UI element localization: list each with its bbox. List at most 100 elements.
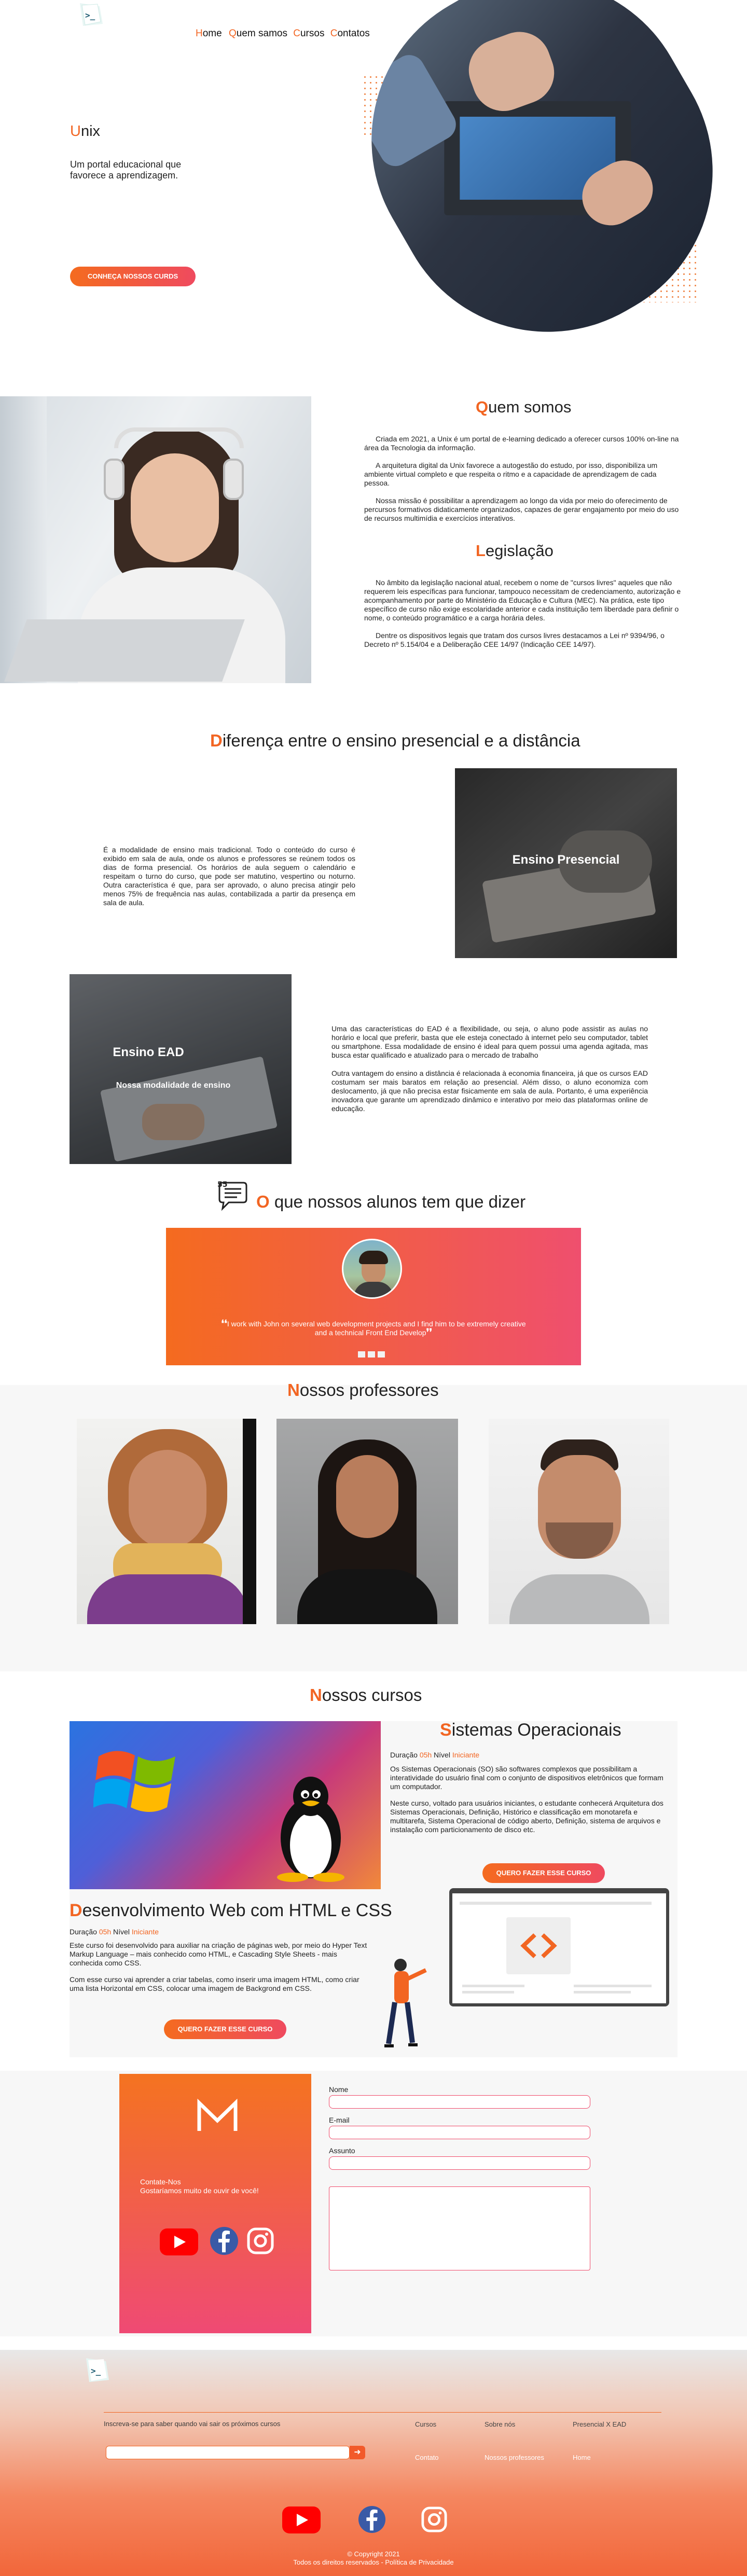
newsletter-input[interactable] <box>106 2446 350 2459</box>
footer-link-home[interactable]: Home <box>573 2454 591 2461</box>
footer-link-presencial[interactable]: Presencial X EAD <box>573 2420 626 2428</box>
os-duration-value: 05h <box>419 1751 432 1759</box>
svg-text:>_: >_ <box>91 2366 101 2376</box>
about-p1: Criada em 2021, a Unix é um portal de e-… <box>364 435 679 452</box>
email-label: E-mail <box>329 2116 350 2124</box>
nav-links: Home Quem samos Cursos Contatos <box>196 28 370 39</box>
footer-divider <box>104 2412 661 2413</box>
web-duration-label: Duração <box>70 1928 99 1936</box>
diff-title-rest: iferença entre o ensino presencial e a d… <box>222 731 580 750</box>
os-course-image <box>70 1721 381 1889</box>
os-course-title: Sistemas Operacionais <box>440 1720 621 1740</box>
web-course-button[interactable]: QUERO FAZER ESSE CURSO <box>164 2019 286 2039</box>
nav-home[interactable]: Home <box>196 28 222 39</box>
teachers-title: Nossos professores <box>287 1380 439 1400</box>
hero-cta-button[interactable]: CONHEÇA NOSSOS CURDS <box>70 267 196 286</box>
os-course-p2: Neste curso, voltado para usuários inici… <box>390 1799 663 1834</box>
os-course-button[interactable]: QUERO FAZER ESSE CURSO <box>482 1863 605 1883</box>
os-course-text: Os Sistemas Operacionais (SO) são softwa… <box>390 1765 670 1834</box>
web-course-illustration <box>384 1888 671 2059</box>
footer-instagram-icon[interactable] <box>421 2506 447 2532</box>
testimonial-slider[interactable]: ❛❛I work with John on several web develo… <box>166 1228 581 1365</box>
web-level-label: Nível <box>111 1928 132 1936</box>
testimonial-quote-text: I work with John on several web developm… <box>227 1320 526 1337</box>
ead-label: Ensino EAD <box>113 1045 184 1059</box>
web-course-text: Este curso foi desenvolvido para auxilia… <box>70 1941 370 1993</box>
web-course-p1: Este curso foi desenvolvido para auxilia… <box>70 1941 367 1967</box>
slider-dot-3[interactable] <box>378 1351 385 1358</box>
contact-panel: Contate-Nos Gostaríamos muito de ouvir d… <box>119 2074 311 2333</box>
hero-title-first: U <box>70 123 81 140</box>
ead-card[interactable]: Ensino EAD Nossa modalidade de ensino <box>70 974 292 1164</box>
testimonials-title-rest: que nossos alunos tem que dizer <box>269 1192 526 1211</box>
nav-courses[interactable]: Cursos <box>293 28 324 39</box>
legislation-title-rest: egislação <box>485 542 554 560</box>
facebook-icon[interactable] <box>210 2226 239 2255</box>
teachers-title-first: N <box>287 1380 300 1400</box>
footer-link-professores[interactable]: Nossos professores <box>485 2454 544 2461</box>
email-field[interactable] <box>329 2126 590 2139</box>
mail-icon <box>197 2099 238 2131</box>
legislation-title-first: L <box>476 542 486 560</box>
logo-icon: >_ <box>80 3 103 26</box>
contact-tagline-2: Gostaríamos muito de ouvir de você! <box>140 2186 259 2195</box>
hero-title: Unix <box>70 123 100 140</box>
legislation-p1: No âmbito da legislação nacional atual, … <box>364 578 681 622</box>
footer: >_ Inscreva-se para saber quando vai sai… <box>0 2350 747 2576</box>
arrow-right-icon: ➜ <box>354 2448 361 2457</box>
footer-logo-icon[interactable]: >_ <box>83 2355 112 2385</box>
presencial-card[interactable]: Ensino Presencial <box>455 768 677 958</box>
footer-youtube-icon[interactable] <box>282 2506 321 2533</box>
name-label: Nome <box>329 2085 349 2094</box>
testimonials-title: O que nossos alunos tem que dizer <box>256 1192 525 1212</box>
diff-title-first: D <box>210 731 223 750</box>
rights-text: Todos os direitos reservados - Política … <box>293 2558 454 2566</box>
slider-dots <box>358 1351 385 1360</box>
chat-icon: 55 <box>216 1181 250 1212</box>
instagram-icon[interactable] <box>247 2227 274 2254</box>
testimonial-quote: ❛❛I work with John on several web develo… <box>218 1319 529 1337</box>
svg-text:>_: >_ <box>85 10 95 20</box>
newsletter-submit-button[interactable]: ➜ <box>350 2446 365 2459</box>
web-course-p2: Com esse curso vai aprender a criar tabe… <box>70 1975 359 1992</box>
slider-dot-1[interactable] <box>358 1351 365 1358</box>
presencial-label: Ensino Presencial <box>512 853 620 867</box>
footer-link-sobre[interactable]: Sobre nós <box>485 2420 515 2428</box>
youtube-icon[interactable] <box>160 2228 198 2255</box>
about-title: Quem somos <box>476 398 571 417</box>
testimonials-title-first: O <box>256 1192 270 1211</box>
os-level-value: Iniciante <box>452 1751 480 1759</box>
web-course-meta: Duração 05h Nível Iniciante <box>70 1928 159 1936</box>
subject-field[interactable] <box>329 2156 590 2170</box>
courses-title: Nossos cursos <box>310 1685 422 1705</box>
ead-sublabel: Nossa modalidade de ensino <box>116 1081 231 1090</box>
os-duration-label: Duração <box>390 1751 420 1759</box>
subject-label: Assunto <box>329 2146 355 2155</box>
contact-tagline-1: Contate-Nos <box>140 2178 181 2186</box>
linux-tux-icon <box>277 1777 344 1882</box>
footer-link-contato[interactable]: Contato <box>415 2454 439 2461</box>
web-duration-value: 05h <box>99 1928 112 1936</box>
about-p2: A arquitetura digital da Unix favorece a… <box>364 461 658 487</box>
legislation-text: No âmbito da legislação nacional atual, … <box>364 578 683 649</box>
copyright: © Copyright 2021 <box>347 2550 400 2558</box>
student-photo <box>0 396 311 683</box>
footer-facebook-icon[interactable] <box>358 2505 386 2533</box>
nav-about[interactable]: Quem samos <box>229 28 287 39</box>
nav-contacts[interactable]: Contatos <box>330 28 370 39</box>
ead-p2: Outra vantagem do ensino a distância é r… <box>331 1069 648 1113</box>
logo[interactable]: >_ <box>77 1 106 28</box>
message-field[interactable] <box>329 2186 590 2270</box>
hero-image <box>314 0 747 389</box>
about-text: Criada em 2021, a Unix é um portal de e-… <box>364 435 683 523</box>
footer-link-cursos[interactable]: Cursos <box>415 2420 436 2428</box>
testimonial-avatar <box>342 1239 402 1299</box>
slider-dot-2[interactable] <box>368 1351 375 1358</box>
name-field[interactable] <box>329 2095 590 2109</box>
windows-logo-icon <box>93 1751 175 1812</box>
hero-title-rest: nix <box>80 123 101 140</box>
about-title-rest: uem somos <box>488 398 572 416</box>
contact-tagline: Contate-Nos Gostaríamos muito de ouvir d… <box>140 2178 259 2195</box>
os-level-label: Nível <box>432 1751 452 1759</box>
legislation-p2: Dentre os dispositivos legais que tratam… <box>364 631 665 648</box>
